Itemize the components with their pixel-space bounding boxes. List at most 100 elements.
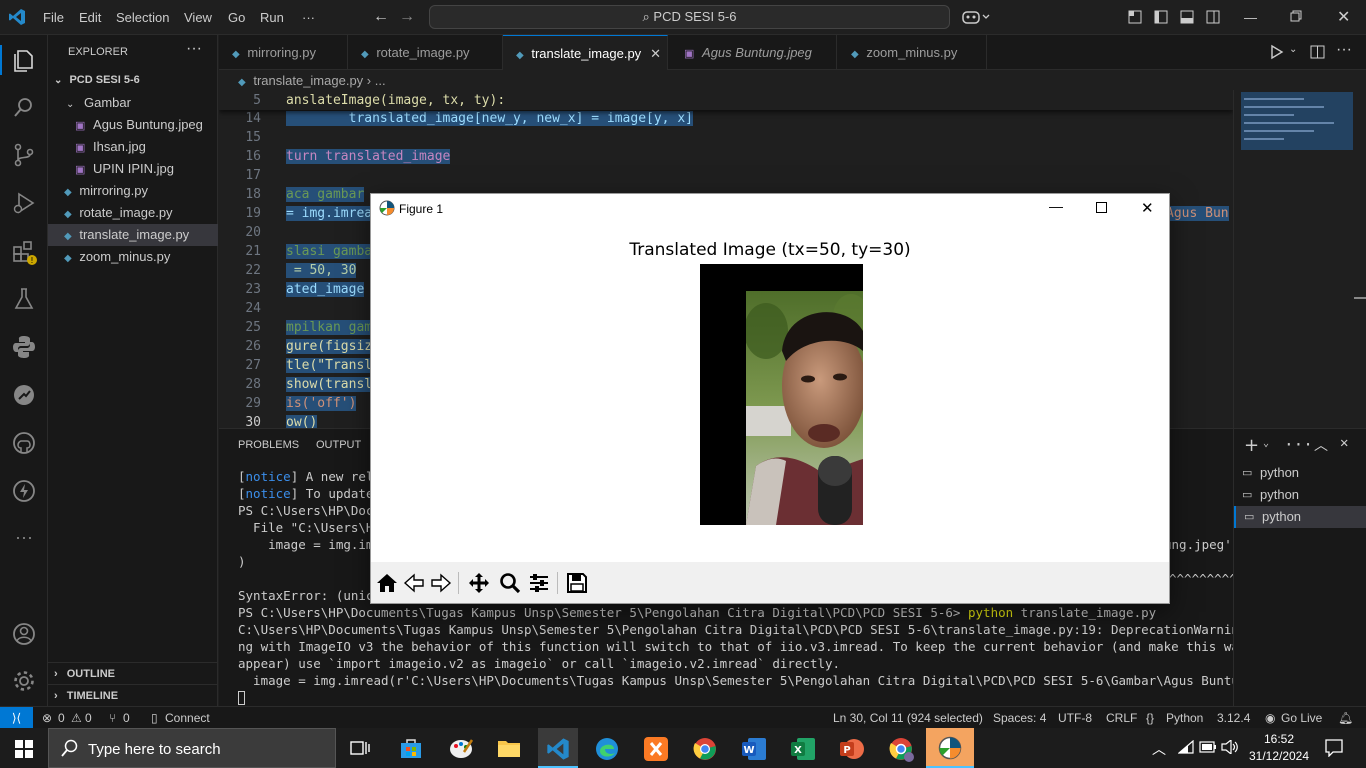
menu-view[interactable]: View xyxy=(184,10,212,25)
task-view-icon[interactable] xyxy=(350,739,370,757)
file-upin-ipin[interactable]: ▣ UPIN IPIN.jpg xyxy=(48,158,218,180)
powerpoint-icon[interactable]: P xyxy=(839,736,865,762)
search-icon[interactable] xyxy=(10,93,38,121)
go-live-label[interactable]: Go Live xyxy=(1281,711,1322,725)
wifi-icon[interactable] xyxy=(1178,740,1194,754)
tab-mirroring[interactable]: ◆ mirroring.py xyxy=(219,35,348,70)
microsoft-store-icon[interactable] xyxy=(399,737,423,759)
python-icon[interactable] xyxy=(10,333,38,361)
restore-window-icon[interactable] xyxy=(1290,10,1302,22)
forward-arrow-icon[interactable]: → xyxy=(399,9,415,25)
volume-icon[interactable] xyxy=(1221,740,1239,754)
outline-section[interactable]: › OUTLINE xyxy=(48,662,218,684)
copilot-icon[interactable] xyxy=(962,8,992,26)
windows-start-icon[interactable] xyxy=(15,740,33,758)
minimap[interactable] xyxy=(1233,90,1366,428)
remote-explorer-icon[interactable] xyxy=(10,381,38,409)
explorer-more-icon[interactable]: ··· xyxy=(186,40,202,58)
ports-icon[interactable]: ⑂ xyxy=(109,711,116,725)
chevron-down-icon[interactable]: ⌄ xyxy=(1263,438,1269,449)
chrome-icon[interactable] xyxy=(692,736,718,762)
system-tray-chevron-icon[interactable]: ︿ xyxy=(1152,739,1166,759)
cursor-position[interactable]: Ln 30, Col 11 (924 selected) xyxy=(833,711,983,725)
close-tab-icon[interactable]: ✕ xyxy=(650,36,661,71)
timeline-section[interactable]: › TIMELINE xyxy=(48,684,218,706)
language-braces[interactable]: {} xyxy=(1146,711,1154,725)
save-figure-icon[interactable] xyxy=(566,572,588,594)
matplotlib-figure-taskbar-icon[interactable] xyxy=(926,728,974,768)
indentation[interactable]: Spaces: 4 xyxy=(993,711,1046,725)
word-icon[interactable]: W xyxy=(741,736,767,762)
notifications-bell-icon[interactable]: 🔔︎ xyxy=(1338,711,1353,725)
go-live-icon[interactable]: ◉ xyxy=(1265,711,1275,725)
python-version[interactable]: 3.12.4 xyxy=(1217,711,1250,725)
zoom-magnifier-icon[interactable] xyxy=(499,572,521,594)
terminal-tab-3[interactable]: ▭ python xyxy=(1234,506,1366,528)
file-agus-buntung[interactable]: ▣ Agus Buntung.jpeg xyxy=(48,114,218,136)
line-ending[interactable]: CRLF xyxy=(1106,711,1137,725)
folder-gambar[interactable]: ⌄ Gambar xyxy=(48,92,218,114)
notification-center-icon[interactable] xyxy=(1325,739,1343,757)
account-icon[interactable] xyxy=(10,620,38,648)
clock-date[interactable]: 31/12/2024 xyxy=(1248,749,1310,763)
remote-indicator-icon[interactable]: ⟩⟨ xyxy=(0,707,33,729)
forward-arrow-icon[interactable] xyxy=(430,573,452,593)
run-debug-icon[interactable] xyxy=(10,189,38,217)
tab-output[interactable]: OUTPUT xyxy=(316,439,361,451)
figure-close-icon[interactable]: ✕ xyxy=(1141,199,1154,217)
workspace-root[interactable]: ⌄ PCD SESI 5-6 xyxy=(48,69,218,91)
editor-more-icon[interactable]: ··· xyxy=(1336,41,1352,59)
terminal-tab-1[interactable]: ▭ python xyxy=(1234,462,1366,484)
error-count[interactable]: 0 xyxy=(58,711,65,725)
testing-icon[interactable] xyxy=(10,285,38,313)
back-arrow-icon[interactable]: ← xyxy=(373,9,389,25)
menu-selection[interactable]: Selection xyxy=(116,10,169,25)
file-mirroring[interactable]: ◆ mirroring.py xyxy=(48,180,218,202)
chrome-profile-icon[interactable] xyxy=(888,736,914,762)
connect-label[interactable]: Connect xyxy=(165,711,210,725)
tab-zoom-minus[interactable]: ◆ zoom_minus.py xyxy=(837,35,987,70)
file-zoom-minus[interactable]: ◆ zoom_minus.py xyxy=(48,246,218,268)
close-window-icon[interactable]: ✕ xyxy=(1337,7,1350,27)
breadcrumb-file[interactable]: translate_image.py xyxy=(253,73,363,88)
toggle-secondary-sidebar-icon[interactable] xyxy=(1206,10,1220,24)
language-mode[interactable]: Python xyxy=(1166,711,1203,725)
warning-count[interactable]: 0 xyxy=(85,711,92,725)
home-icon[interactable] xyxy=(376,573,398,593)
tab-rotate-image[interactable]: ◆ rotate_image.py xyxy=(348,35,503,70)
file-rotate-image[interactable]: ◆ rotate_image.py xyxy=(48,202,218,224)
figure-titlebar[interactable]: Figure 1 — ✕ xyxy=(371,194,1169,222)
edge-browser-icon[interactable] xyxy=(594,736,620,762)
configure-subplots-icon[interactable] xyxy=(528,572,550,594)
command-center[interactable]: ⌕ PCD SESI 5-6 xyxy=(429,5,950,29)
terminal-tab-2[interactable]: ▭ python xyxy=(1234,484,1366,506)
file-ihsan[interactable]: ▣ Ihsan.jpg xyxy=(48,136,218,158)
figure-minimize-icon[interactable]: — xyxy=(1049,198,1063,214)
tab-translate-image[interactable]: ◆ translate_image.py ✕ xyxy=(503,35,668,70)
scrollbar-thumb[interactable] xyxy=(1354,297,1366,299)
ports-count[interactable]: 0 xyxy=(123,711,130,725)
tab-problems[interactable]: PROBLEMS xyxy=(238,439,299,451)
manage-gear-icon[interactable] xyxy=(10,667,38,695)
minimize-window-icon[interactable]: — xyxy=(1244,10,1257,25)
excel-icon[interactable]: X xyxy=(790,736,816,762)
xampp-icon[interactable] xyxy=(643,736,669,762)
back-arrow-icon[interactable] xyxy=(403,573,425,593)
connect-icon[interactable]: ▯ xyxy=(151,711,158,725)
more-views-icon[interactable]: ··· xyxy=(10,525,38,553)
battery-icon[interactable] xyxy=(1199,741,1217,753)
explorer-icon[interactable] xyxy=(10,46,38,74)
extensions-icon[interactable]: ! xyxy=(10,237,38,265)
figure-maximize-icon[interactable] xyxy=(1096,202,1107,213)
breadcrumb-more[interactable]: ... xyxy=(375,73,386,88)
tab-agus-buntung[interactable]: ▣ Agus Buntung.jpeg xyxy=(668,35,837,70)
run-dropdown-chevron-icon[interactable]: ⌄ xyxy=(1289,44,1297,55)
layout-customize-icon[interactable] xyxy=(1128,10,1142,24)
github-icon[interactable] xyxy=(10,429,38,457)
new-terminal-icon[interactable]: + xyxy=(1244,435,1259,456)
menu-run[interactable]: Run xyxy=(260,10,284,25)
close-panel-icon[interactable]: ✕ xyxy=(1340,435,1348,451)
vscode-taskbar-icon[interactable] xyxy=(538,728,578,768)
file-explorer-icon[interactable] xyxy=(497,737,521,759)
menu-go[interactable]: Go xyxy=(228,10,245,25)
